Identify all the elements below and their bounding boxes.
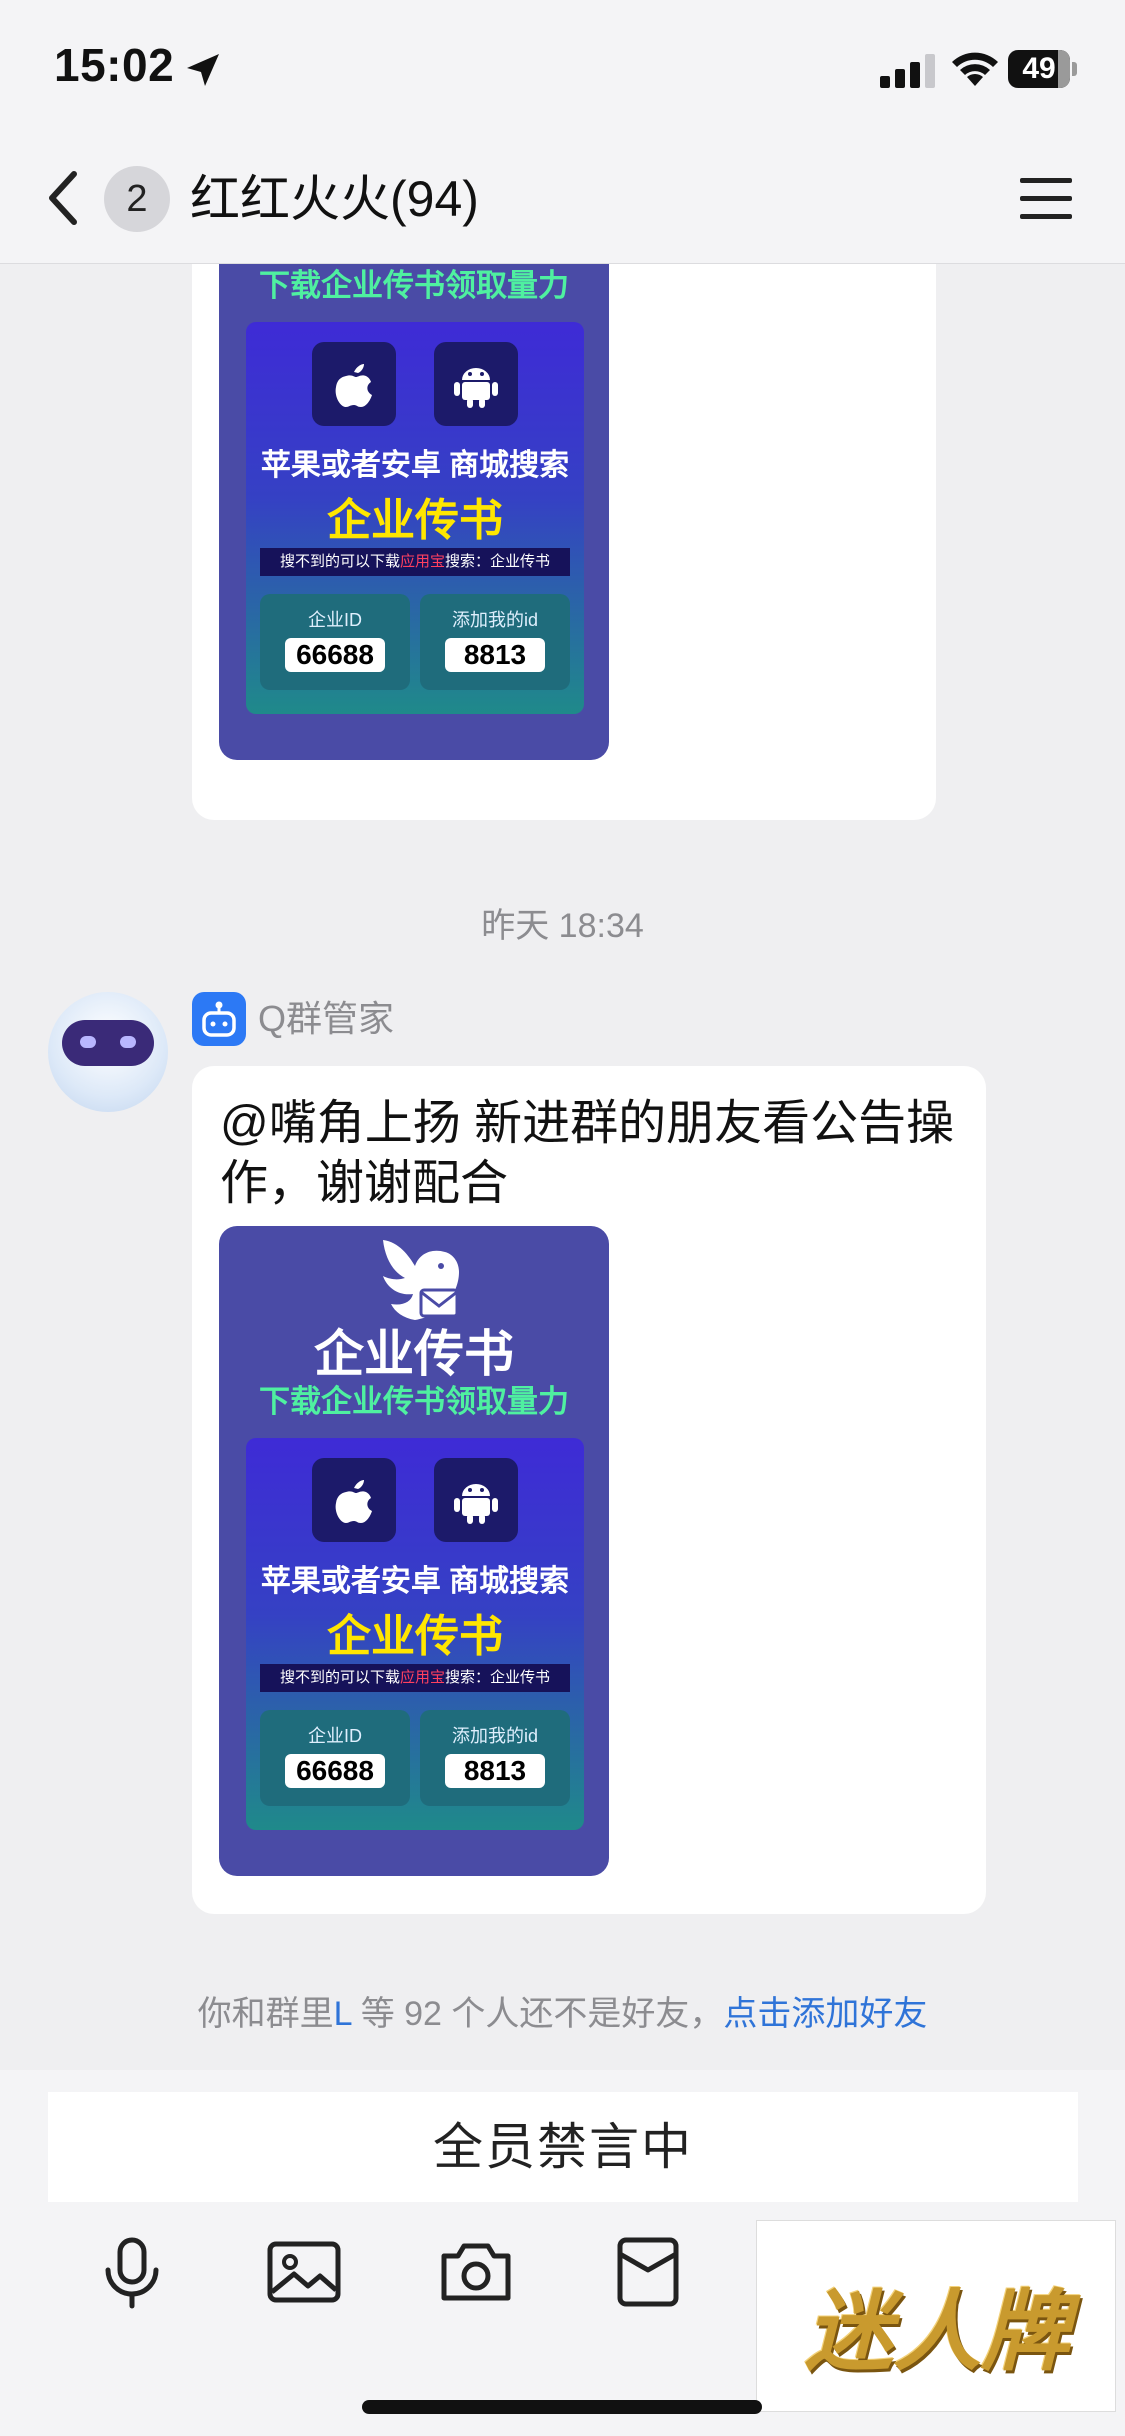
battery-level: 49 (1008, 50, 1070, 88)
camera-button[interactable] (436, 2232, 516, 2312)
sender-name[interactable]: Q群管家 (258, 994, 394, 1044)
dove-logo-icon (383, 1240, 459, 1320)
watermark-logo: 迷人牌 (756, 2220, 1116, 2412)
voice-button[interactable] (92, 2232, 172, 2312)
message-bubble[interactable]: @嘴角上扬 新进群的朋友看公告操作，谢谢配合 企业传书 下载企业传书领取量力 苹… (192, 1066, 986, 1914)
image-icon (267, 2241, 341, 2303)
poster-subtitle: 下载企业传书领取量力 (259, 1384, 569, 1419)
camera-icon (441, 2243, 511, 2301)
add-friends-link[interactable]: 点击添加好友 (723, 1995, 927, 2033)
poster-note: 搜不到的可以下载应用宝搜索：企业传书 (260, 1664, 570, 1692)
poster-panel: 苹果或者安卓 商城搜索 企业传书 搜不到的可以下载应用宝搜索：企业传书 企业ID… (246, 322, 584, 714)
company-id-box: 企业ID 66688 (260, 1710, 410, 1806)
poster-image[interactable]: 企业传书 下载企业传书领取量力 苹果或者安卓 商城搜索 企业传书 搜不到的可以下… (219, 1226, 609, 1876)
poster-line1: 苹果或者安卓 商城搜索 (260, 449, 570, 482)
poster-note: 搜不到的可以下载应用宝搜索：企业传书 (260, 548, 570, 576)
poster-line2: 企业传书 (327, 1612, 503, 1661)
wifi-icon (952, 52, 998, 86)
chat-area[interactable]: 企业传书 下载企业传书领取量力 苹果或者安卓 商城搜索 企业传书 搜不到的可以下… (0, 264, 1125, 2070)
status-time: 15:02 (54, 39, 175, 91)
add-id-box: 添加我的id 8813 (420, 594, 570, 690)
poster-line2: 企业传书 (327, 496, 503, 545)
image-button[interactable] (264, 2232, 344, 2312)
android-store-icon (434, 1458, 518, 1542)
back-chevron-icon[interactable] (40, 168, 90, 228)
location-arrow-icon (187, 54, 219, 86)
android-store-icon (434, 342, 518, 426)
top-bar: 15:02 49 2 红红火火(94) (0, 0, 1125, 264)
poster-image[interactable]: 企业传书 下载企业传书领取量力 苹果或者安卓 商城搜索 企业传书 搜不到的可以下… (219, 264, 609, 760)
unread-count-badge[interactable]: 2 (104, 166, 170, 232)
apple-store-icon (312, 1458, 396, 1542)
company-id-box: 企业ID 66688 (260, 594, 410, 690)
poster-subtitle: 下载企业传书领取量力 (259, 268, 569, 303)
add-id-box: 添加我的id 8813 (420, 1710, 570, 1806)
friend-notice: 你和群里L 等 92 个人还不是好友，点击添加好友 (197, 1995, 928, 2033)
robot-badge-icon (192, 992, 246, 1046)
poster-panel: 苹果或者安卓 商城搜索 企业传书 搜不到的可以下载应用宝搜索：企业传书 企业ID… (246, 1438, 584, 1830)
timestamp-divider: 昨天 18:34 (481, 907, 644, 945)
poster-line1: 苹果或者安卓 商城搜索 (260, 1565, 570, 1598)
battery-indicator: 49 (1008, 50, 1078, 88)
message-bubble[interactable]: 企业传书 下载企业传书领取量力 苹果或者安卓 商城搜索 企业传书 搜不到的可以下… (192, 264, 936, 820)
member-name-link[interactable]: L (334, 1995, 352, 2033)
microphone-icon (105, 2237, 159, 2309)
muted-input-bar: 全员禁言中 (48, 2092, 1078, 2202)
home-indicator[interactable] (362, 2400, 762, 2414)
input-area: 全员禁言中 迷人牌 (0, 2070, 1125, 2436)
message-text: @嘴角上扬 新进群的朋友看公告操作，谢谢配合 (220, 1097, 955, 1210)
apple-store-icon (312, 342, 396, 426)
menu-icon[interactable] (1018, 174, 1074, 224)
avatar[interactable] (48, 992, 168, 1112)
chat-title[interactable]: 红红火火(94) (190, 166, 479, 232)
cellular-signal-icon (880, 54, 935, 88)
red-packet-icon (617, 2237, 679, 2307)
red-packet-button[interactable] (608, 2232, 688, 2312)
